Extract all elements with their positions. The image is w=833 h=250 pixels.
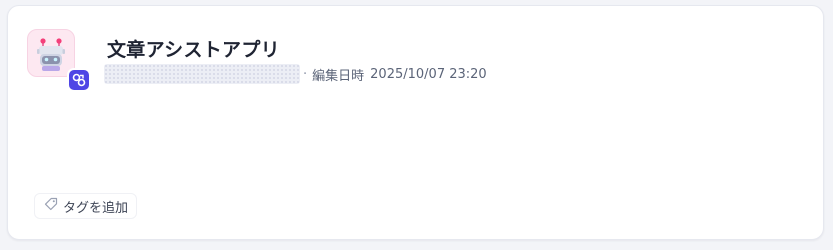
add-tag-button[interactable]: タグを追加 <box>34 193 138 219</box>
app-card[interactable]: 文章アシストアプリ · 編集日時 2025/10/07 23:20 タグを追加 <box>7 5 824 240</box>
add-tag-label: タグを追加 <box>63 200 129 216</box>
app-title[interactable]: 文章アシストアプリ <box>107 35 280 62</box>
author-name <box>104 64 300 84</box>
workflow-icon <box>67 68 91 92</box>
edited-timestamp: 2025/10/07 23:20 <box>370 66 487 82</box>
meta-separator: · <box>303 66 308 82</box>
app-meta: · 編集日時 2025/10/07 23:20 <box>104 64 487 84</box>
edited-label: 編集日時 <box>312 68 365 84</box>
tag-icon <box>43 196 59 216</box>
